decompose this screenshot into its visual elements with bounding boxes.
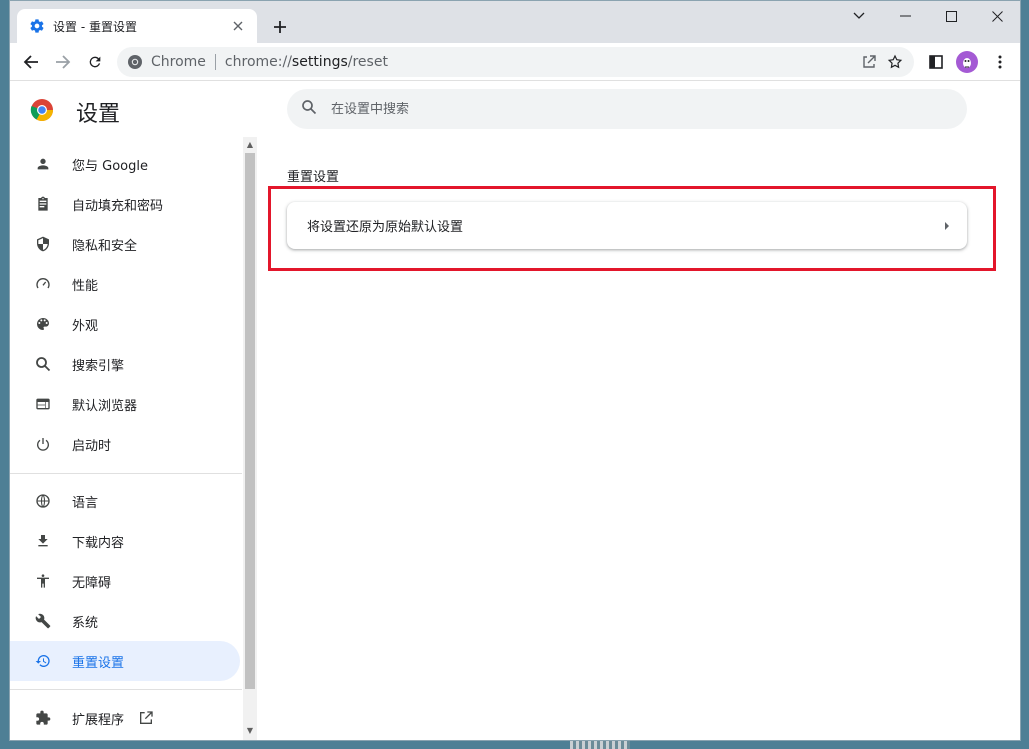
clipboard-icon: [34, 195, 52, 213]
gear-icon: [29, 18, 45, 34]
site-label: Chrome: [151, 54, 206, 70]
avatar: [956, 51, 978, 73]
restore-defaults-label: 将设置还原为原始默认设置: [307, 220, 464, 235]
section-title: 重置设置: [287, 170, 340, 185]
sidebar-divider: [10, 473, 242, 474]
sidebar-item-you-and-google[interactable]: 您与 Google: [10, 144, 240, 184]
scroll-up-icon[interactable]: ▲: [246, 141, 254, 149]
omnibox-separator: [214, 54, 216, 70]
new-tab-button[interactable]: [268, 15, 292, 39]
arrow-right-icon: [927, 221, 967, 231]
power-icon: [34, 435, 52, 453]
globe-icon: [34, 492, 52, 510]
download-icon: [34, 532, 52, 550]
sidebar-item-system[interactable]: 系统: [10, 601, 240, 641]
scroll-down-icon[interactable]: ▼: [246, 727, 254, 735]
chrome-logo-icon: [30, 98, 54, 122]
minimize-button[interactable]: [882, 1, 928, 31]
address-bar[interactable]: Chrome chrome://settings/reset: [117, 47, 914, 77]
desktop-background: [570, 741, 630, 749]
tab-title: 设置 - 重置设置: [53, 19, 137, 34]
settings-search[interactable]: [287, 89, 967, 129]
back-button[interactable]: [16, 47, 46, 77]
sidebar-scrollbar[interactable]: ▲ ▼: [243, 137, 257, 740]
tab-strip: 设置 - 重置设置: [10, 1, 1020, 43]
accessibility-icon: [34, 572, 52, 590]
page-title: 设置: [76, 102, 121, 127]
search-input[interactable]: [331, 101, 931, 117]
shield-icon: [34, 235, 52, 253]
more-menu-icon[interactable]: [985, 47, 1015, 77]
sidebar-item-performance[interactable]: 性能: [10, 264, 240, 304]
restore-icon: [34, 652, 52, 670]
sidebar-divider: [10, 689, 242, 690]
sidebar-item-default-browser[interactable]: 默认浏览器: [10, 384, 240, 424]
browser-icon: [34, 395, 52, 413]
sidebar-item-search-engine[interactable]: 搜索引擎: [10, 344, 240, 384]
toolbar: Chrome chrome://settings/reset: [10, 43, 1020, 81]
restore-defaults-row[interactable]: 将设置还原为原始默认设置: [287, 202, 967, 249]
sidebar-item-accessibility[interactable]: 无障碍: [10, 561, 240, 601]
maximize-button[interactable]: [928, 1, 974, 31]
puzzle-icon: [34, 709, 52, 727]
chrome-icon: [127, 54, 143, 70]
speedometer-icon: [34, 275, 52, 293]
share-icon[interactable]: [856, 50, 882, 74]
sidebar: 您与 Google 自动填充和密码 隐私和安全 性能 外观 搜索引擎 默认浏览器: [10, 137, 242, 740]
scroll-thumb[interactable]: [245, 153, 255, 689]
person-icon: [34, 155, 52, 173]
profile-avatar[interactable]: [952, 47, 982, 77]
tab-search-chevron-icon[interactable]: [836, 1, 882, 31]
sidebar-item-reset[interactable]: 重置设置: [10, 641, 240, 681]
sidebar-item-appearance[interactable]: 外观: [10, 304, 240, 344]
url-text: chrome://settings/reset: [224, 54, 388, 70]
sidebar-item-downloads[interactable]: 下载内容: [10, 521, 240, 561]
tab-settings[interactable]: 设置 - 重置设置: [17, 9, 257, 43]
sidebar-item-autofill[interactable]: 自动填充和密码: [10, 184, 240, 224]
browser-window: 设置 - 重置设置 Chrome chrome://settings/reset…: [9, 0, 1021, 741]
palette-icon: [34, 315, 52, 333]
sidebar-item-extensions[interactable]: 扩展程序: [10, 698, 240, 738]
forward-button[interactable]: [48, 47, 78, 77]
sidebar-item-on-startup[interactable]: 启动时: [10, 424, 240, 464]
window-close-button[interactable]: [974, 1, 1020, 31]
search-icon: [34, 355, 52, 373]
sidebar-item-languages[interactable]: 语言: [10, 481, 240, 521]
wrench-icon: [34, 612, 52, 630]
side-panel-icon[interactable]: [921, 47, 951, 77]
close-icon[interactable]: [229, 17, 247, 35]
external-link-icon: [138, 710, 154, 726]
bookmark-star-icon[interactable]: [882, 50, 908, 74]
search-icon: [301, 99, 317, 119]
reload-button[interactable]: [80, 47, 110, 77]
sidebar-item-privacy[interactable]: 隐私和安全: [10, 224, 240, 264]
